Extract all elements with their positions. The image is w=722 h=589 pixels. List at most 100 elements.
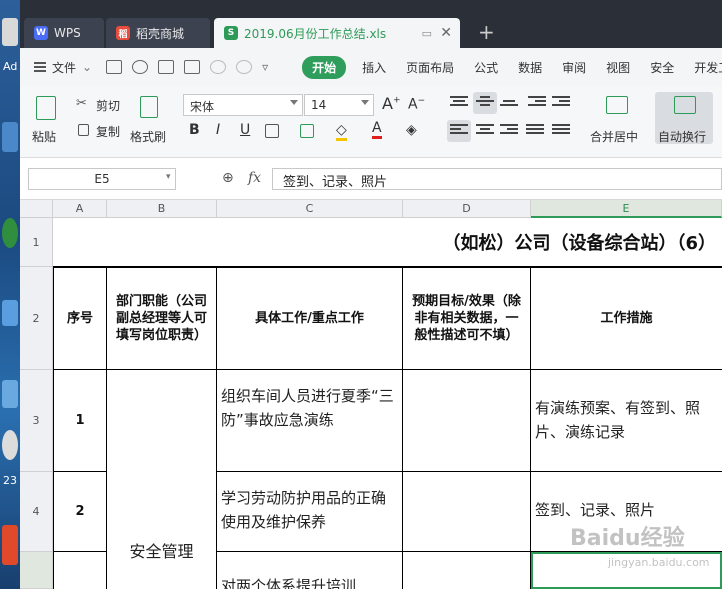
sheet-title-cell[interactable]: （如松）公司（设备综合站）（6） — [53, 218, 722, 267]
clear-format-icon[interactable]: ◈ — [406, 122, 417, 138]
cell-d4[interactable] — [403, 472, 531, 552]
menu-developer[interactable]: 开发工具 — [694, 59, 722, 76]
row-header-1[interactable]: 1 — [20, 218, 53, 267]
desktop-shortcut-icon[interactable] — [2, 300, 18, 326]
cell-d5[interactable] — [403, 552, 531, 589]
name-box[interactable]: E5 — [28, 168, 176, 190]
font-size-value: 14 — [311, 98, 327, 112]
redo-icon[interactable] — [236, 60, 253, 74]
merge-center-button[interactable]: 合并居中 — [586, 92, 646, 152]
align-left-icon[interactable] — [450, 124, 468, 138]
menu-formulas[interactable]: 公式 — [474, 59, 498, 76]
align-top-icon[interactable] — [450, 96, 468, 110]
cell-a5[interactable] — [53, 552, 107, 589]
header-work[interactable]: 具体工作/重点工作 — [217, 267, 403, 370]
font-size-select[interactable]: 14 — [304, 94, 374, 116]
select-all-corner[interactable] — [20, 200, 53, 218]
header-seq[interactable]: 序号 — [53, 267, 107, 370]
justify-icon[interactable] — [526, 124, 544, 138]
print-icon[interactable] — [158, 60, 175, 74]
undo-icon[interactable] — [210, 60, 227, 74]
row-number: 3 — [32, 414, 40, 427]
desktop-shortcut-icon[interactable] — [2, 18, 18, 46]
menu-view[interactable]: 视图 — [606, 59, 630, 76]
distributed-icon[interactable] — [552, 124, 570, 138]
align-bottom-icon[interactable] — [500, 96, 518, 110]
menu-file[interactable]: 文件 ⌄ — [34, 59, 92, 76]
row-header-2[interactable]: 2 — [20, 267, 53, 370]
cell-c4[interactable]: 学习劳动防护用品的正确使用及维护保养 — [217, 472, 403, 552]
header-target[interactable]: 预期目标/效果（除非有相关数据，一般性描述可不填） — [403, 267, 531, 370]
cell-b-merged-duty[interactable]: 安全管理 — [107, 370, 217, 589]
align-center-icon[interactable] — [476, 124, 494, 138]
italic-button[interactable]: I — [216, 122, 220, 138]
decrease-indent-icon[interactable] — [528, 96, 546, 110]
column-header-c[interactable]: C — [217, 200, 403, 218]
tab-spreadsheet-file[interactable]: S 2019.06月份工作总结.xls ▭ ✕ — [214, 18, 460, 48]
increase-font-icon[interactable]: A+ — [382, 94, 401, 113]
formula-input[interactable]: 签到、记录、照片 — [272, 168, 722, 190]
header-measure[interactable]: 工作措施 — [531, 267, 722, 370]
wps-window: W WPS 稻 稻壳商城 S 2019.06月份工作总结.xls ▭ ✕ + 文… — [20, 0, 722, 589]
fill-color-icon[interactable]: ◇ — [336, 122, 347, 141]
menu-security[interactable]: 安全 — [650, 59, 674, 76]
column-headers: A B C D E — [20, 200, 722, 218]
cell-a3[interactable]: 1 — [53, 370, 107, 472]
fx-icon[interactable]: fx — [248, 170, 261, 186]
tab-docer-store[interactable]: 稻 稻壳商城 — [106, 18, 210, 48]
new-tab-button[interactable]: + — [478, 20, 495, 44]
chevron-down-icon[interactable]: ▾ — [166, 172, 171, 182]
duty-label: 安全管理 — [129, 541, 194, 561]
zoom-search-icon[interactable]: ⊕ — [222, 170, 234, 186]
cell-style-icon[interactable] — [300, 124, 314, 138]
column-header-b[interactable]: B — [107, 200, 217, 218]
borders-icon[interactable] — [265, 124, 279, 138]
row-header-3[interactable]: 3 — [20, 370, 53, 472]
desktop-shortcut-icon[interactable] — [2, 380, 18, 408]
tab-wps-home[interactable]: W WPS — [24, 18, 104, 48]
menu-review[interactable]: 审阅 — [562, 59, 586, 76]
paste-button[interactable]: 粘贴 — [28, 92, 66, 152]
cell-c5[interactable]: 对两个体系提升培训 — [217, 552, 403, 589]
save-icon[interactable] — [106, 60, 123, 74]
customize-icon[interactable]: ▿ — [262, 60, 278, 74]
column-header-d[interactable]: D — [403, 200, 531, 218]
copy-button[interactable]: 复制 — [76, 122, 126, 140]
export-icon[interactable] — [132, 60, 149, 74]
bold-button[interactable]: B — [189, 122, 200, 138]
desktop-shortcut-icon[interactable] — [2, 122, 18, 152]
font-color-icon[interactable]: A — [372, 120, 382, 139]
underline-button[interactable]: U — [240, 122, 250, 138]
column-header-e[interactable]: E — [531, 200, 722, 218]
close-icon[interactable]: ✕ — [440, 25, 452, 41]
row-header-4[interactable]: 4 — [20, 472, 53, 552]
cell-e3[interactable]: 有演练预案、有签到、照片、演练记录 — [531, 370, 722, 472]
menu-bar: 文件 ⌄ ▿ 开始 插入 页面布局 公式 数据 审阅 视图 安全 开发工具 — [20, 48, 722, 86]
font-name-select[interactable]: 宋体 — [183, 94, 303, 116]
window-mode-icon[interactable]: ▭ — [422, 27, 432, 40]
row-header-5[interactable] — [20, 552, 53, 589]
increase-indent-icon[interactable] — [552, 96, 570, 110]
desktop-shortcut-icon[interactable] — [2, 218, 18, 248]
cell-a4[interactable]: 2 — [53, 472, 107, 552]
desktop-shortcut-icon[interactable] — [2, 430, 18, 460]
baidu-watermark: Baidu经验 — [570, 526, 685, 551]
print-preview-icon[interactable] — [184, 60, 201, 74]
cell-d3[interactable] — [403, 370, 531, 472]
menu-page-layout[interactable]: 页面布局 — [406, 59, 454, 76]
cell-c3[interactable]: 组织车间人员进行夏季“三防”事故应急演练 — [217, 370, 403, 472]
column-header-a[interactable]: A — [53, 200, 107, 218]
menu-start[interactable]: 开始 — [302, 55, 347, 79]
wrap-text-button[interactable]: 自动换行 — [656, 92, 714, 152]
decrease-font-icon[interactable]: A− — [408, 96, 425, 113]
menu-insert[interactable]: 插入 — [362, 59, 386, 76]
desktop-label: 23 — [3, 474, 17, 487]
format-painter-button[interactable]: 格式刷 — [128, 92, 170, 152]
align-middle-icon[interactable] — [476, 96, 494, 110]
menu-data[interactable]: 数据 — [518, 59, 542, 76]
header-duty[interactable]: 部门职能（公司副总经理等人可填写岗位职责） — [107, 267, 217, 370]
cut-button[interactable]: ✂ 剪切 — [76, 96, 126, 114]
desktop-shortcut-icon[interactable] — [2, 525, 18, 565]
format-painter-label: 格式刷 — [130, 130, 167, 144]
align-right-icon[interactable] — [500, 124, 518, 138]
